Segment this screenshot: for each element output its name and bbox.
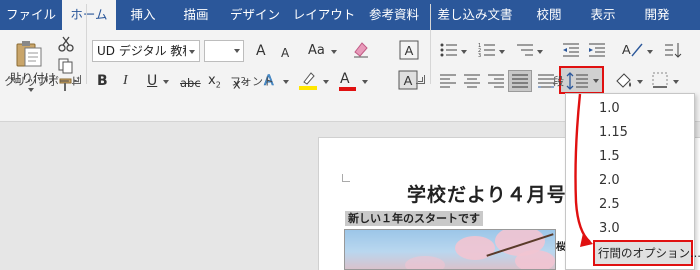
change-case-button[interactable]: Aa bbox=[308, 42, 325, 60]
tab-developer[interactable]: 開発 bbox=[630, 0, 684, 30]
line-spacing-chevron-down-icon bbox=[593, 79, 599, 83]
clipboard-group-label: クリップボード bbox=[4, 75, 81, 88]
group-separator bbox=[86, 4, 87, 84]
align-left-icon[interactable] bbox=[440, 74, 456, 88]
align-center-icon[interactable] bbox=[464, 74, 480, 88]
underline-button[interactable]: U bbox=[147, 72, 157, 90]
line-spacing-option-2-5[interactable]: 2.5 bbox=[599, 197, 620, 212]
justify-icon bbox=[512, 74, 528, 88]
tab-home[interactable]: ホーム bbox=[62, 0, 116, 30]
grow-font-button[interactable]: A bbox=[256, 42, 266, 60]
cherry-blossom-photo[interactable] bbox=[344, 229, 556, 270]
character-border-icon[interactable]: A bbox=[398, 70, 418, 90]
italic-button[interactable]: I bbox=[123, 72, 128, 90]
distributed-icon[interactable] bbox=[538, 74, 554, 88]
highlight-chevron-down-icon[interactable] bbox=[323, 80, 329, 84]
svg-text:A: A bbox=[622, 42, 631, 57]
ribbon-tab-bar: ファイル ホーム 挿入 描画 デザイン レイアウト 参考資料 差し込み文書 校閲… bbox=[0, 0, 700, 30]
line-spacing-option-3-0[interactable]: 3.0 bbox=[599, 221, 620, 236]
increase-indent-icon[interactable] bbox=[588, 42, 606, 58]
line-spacing-option-1-5[interactable]: 1.5 bbox=[599, 149, 620, 164]
phonetic-guide-icon[interactable]: A bbox=[399, 40, 419, 60]
font-color-button[interactable]: A bbox=[340, 70, 350, 88]
line-spacing-option-1-0[interactable]: 1.0 bbox=[599, 101, 620, 116]
font-size-chevron-down-icon[interactable] bbox=[234, 49, 240, 53]
align-right-icon[interactable] bbox=[488, 74, 504, 88]
svg-text:3: 3 bbox=[478, 53, 481, 58]
justify-button[interactable] bbox=[508, 70, 532, 92]
font-dialog-launcher-icon[interactable] bbox=[416, 75, 425, 84]
font-color-chevron-down-icon[interactable] bbox=[362, 80, 368, 84]
font-group-label: フォント bbox=[230, 75, 274, 88]
clipboard-dialog-launcher-icon[interactable] bbox=[72, 75, 81, 84]
svg-text:A: A bbox=[404, 73, 413, 88]
paste-icon[interactable] bbox=[14, 38, 48, 68]
highlighter-icon[interactable] bbox=[299, 70, 317, 90]
borders-chevron-down-icon[interactable] bbox=[673, 80, 679, 84]
shrink-font-button[interactable]: A bbox=[281, 44, 289, 62]
numbering-chevron-down-icon[interactable] bbox=[499, 50, 505, 54]
line-spacing-option-2-0[interactable]: 2.0 bbox=[599, 173, 620, 188]
group-separator bbox=[430, 4, 431, 84]
document-subtitle[interactable]: 新しい１年のスタートです bbox=[345, 211, 483, 226]
tab-mailings[interactable]: 差し込み文書 bbox=[428, 0, 522, 30]
multilevel-list-icon[interactable] bbox=[516, 42, 534, 58]
numbering-icon[interactable]: 123 bbox=[478, 42, 496, 58]
paragraph-group-label: 段 bbox=[553, 75, 564, 88]
line-spacing-button[interactable] bbox=[559, 66, 604, 94]
text-effects-chevron-down-icon[interactable] bbox=[283, 80, 289, 84]
shading-icon[interactable] bbox=[614, 72, 634, 90]
shading-chevron-down-icon[interactable] bbox=[637, 80, 643, 84]
text-direction-chevron-down-icon[interactable] bbox=[647, 50, 653, 54]
change-case-chevron-down-icon[interactable] bbox=[331, 50, 337, 54]
subscript-button[interactable]: x2 bbox=[208, 72, 221, 95]
tab-references[interactable]: 参考資料 bbox=[360, 0, 428, 30]
multilevel-chevron-down-icon[interactable] bbox=[537, 50, 543, 54]
underline-chevron-down-icon[interactable] bbox=[163, 80, 169, 84]
clear-formatting-icon[interactable] bbox=[352, 40, 370, 58]
line-spacing-icon bbox=[566, 72, 588, 90]
borders-icon[interactable] bbox=[652, 72, 668, 88]
line-spacing-options-item[interactable]: 行間のオプション... bbox=[593, 240, 700, 266]
tab-view[interactable]: 表示 bbox=[576, 0, 630, 30]
font-color-swatch bbox=[339, 87, 356, 91]
decrease-indent-icon[interactable] bbox=[562, 42, 580, 58]
sort-icon[interactable] bbox=[664, 42, 682, 58]
tab-design[interactable]: デザイン bbox=[222, 0, 288, 30]
bullets-chevron-down-icon[interactable] bbox=[461, 50, 467, 54]
cut-icon[interactable] bbox=[58, 36, 74, 52]
tab-layout[interactable]: レイアウト bbox=[288, 0, 360, 30]
margin-corner-mark bbox=[342, 174, 350, 182]
bullets-icon[interactable] bbox=[440, 42, 458, 58]
bold-button[interactable]: B bbox=[97, 72, 108, 90]
strikethrough-button[interactable]: abc bbox=[180, 74, 201, 92]
annotation-arrow-icon bbox=[574, 93, 593, 247]
subscript-x: x bbox=[208, 73, 216, 88]
tab-draw[interactable]: 描画 bbox=[170, 0, 222, 30]
tab-insert[interactable]: 挿入 bbox=[116, 0, 170, 30]
line-spacing-option-1-15[interactable]: 1.15 bbox=[599, 125, 628, 140]
svg-text:A: A bbox=[405, 43, 414, 58]
font-name-dropdown[interactable] bbox=[186, 40, 200, 62]
font-name-input[interactable]: UD デジタル 教科 bbox=[92, 40, 198, 62]
text-direction-icon[interactable]: A bbox=[620, 40, 644, 60]
copy-icon[interactable] bbox=[58, 58, 74, 74]
document-title[interactable]: 学校だより４月号 bbox=[407, 180, 567, 207]
tab-file[interactable]: ファイル bbox=[0, 0, 62, 30]
tab-review[interactable]: 校閲 bbox=[522, 0, 576, 30]
